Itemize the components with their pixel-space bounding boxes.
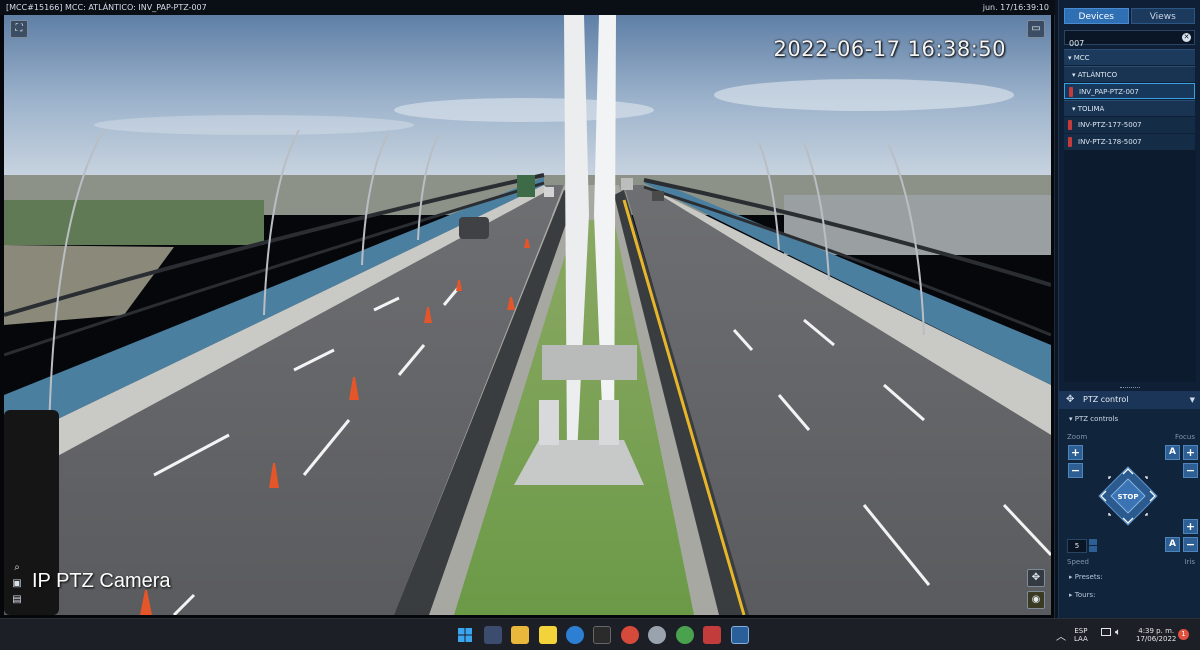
tab-devices[interactable]: Devices xyxy=(1064,8,1129,24)
tours-label: Tours: xyxy=(1074,591,1096,599)
camera-status-icon xyxy=(1068,137,1072,147)
speed-label: Speed xyxy=(1067,558,1089,566)
tree-group-tolima[interactable]: ▾ TOLIMA xyxy=(1064,100,1195,116)
device-search-input[interactable] xyxy=(1065,37,1185,50)
iris-label: Iris xyxy=(1184,558,1195,566)
tree-item-label: INV-PTZ-178-5007 xyxy=(1078,138,1142,146)
osd-camera-name: IP PTZ Camera xyxy=(32,570,171,592)
device-search: ✕ xyxy=(1064,30,1195,50)
sticky-notes-icon[interactable] xyxy=(539,626,557,644)
speed-stepper[interactable] xyxy=(1089,539,1097,553)
tree-group-label: TOLIMA xyxy=(1077,105,1105,113)
clock-date: 17/06/2022 xyxy=(1136,635,1177,643)
iris-open-button[interactable]: + xyxy=(1183,519,1198,534)
tree-group-atlantico[interactable]: ▾ ATLÁNTICO xyxy=(1064,66,1195,82)
chrome-icon[interactable] xyxy=(621,626,639,644)
focus-label: Focus xyxy=(1175,433,1195,441)
vms-client-icon[interactable] xyxy=(731,626,749,644)
tours-section[interactable]: ▸ Tours: xyxy=(1069,591,1095,599)
auto-focus-button[interactable]: A xyxy=(1165,445,1180,460)
notification-badge[interactable]: 1 xyxy=(1178,629,1189,640)
task-view-icon[interactable] xyxy=(484,626,502,644)
terminal-icon[interactable] xyxy=(593,626,611,644)
device-sidebar: Devices Views ✕ ▾ MCC ▾ ATLÁNTICO INV_PA… xyxy=(1058,0,1200,618)
focus-far-button[interactable]: − xyxy=(1183,463,1198,478)
record-icon[interactable]: ◉ xyxy=(1027,591,1045,609)
presets-label: Presets: xyxy=(1074,573,1103,581)
device-list-empty-area xyxy=(1064,150,1196,382)
zoom-in-button[interactable]: + xyxy=(1068,445,1083,460)
language-code: ESP xyxy=(1074,627,1088,635)
ptz-controls-section[interactable]: ▾ PTZ controls xyxy=(1059,409,1200,423)
osd-timestamp: 2022-06-17 16:38:50 xyxy=(773,37,1006,61)
tree-item-camera[interactable]: INV-PTZ-177-5007 xyxy=(1064,117,1195,133)
camera-status-icon xyxy=(1069,87,1073,97)
video-pane: [MCC#15166] MCC: ATLÁNTICO: INV_PAP-PTZ-… xyxy=(0,0,1055,618)
tree-item-label: INV-PTZ-177-5007 xyxy=(1078,121,1142,129)
tray-overflow-icon[interactable]: ︿ xyxy=(1056,628,1066,643)
presets-section[interactable]: ▸ Presets: xyxy=(1069,573,1103,581)
media-icon[interactable] xyxy=(703,626,721,644)
file-explorer-icon[interactable] xyxy=(511,626,529,644)
ptz-joystick[interactable]: STOP xyxy=(1097,465,1159,527)
sidebar-tabs: Devices Views xyxy=(1059,0,1200,28)
auto-iris-button[interactable]: A xyxy=(1165,537,1180,552)
ptz-panel-title: PTZ control xyxy=(1083,395,1129,404)
language-indicator[interactable]: ESP LAA xyxy=(1074,627,1088,643)
camera-video-frame[interactable]: 2022-06-17 16:38:50 IP PTZ Camera ⛶ ▭ ⌕ … xyxy=(4,15,1051,615)
window-clock: jun. 17/16:39:10 xyxy=(982,3,1049,12)
fullscreen-icon[interactable]: ⛶ xyxy=(10,20,28,38)
tree-group-label: ATLÁNTICO xyxy=(1077,71,1118,79)
tree-item-camera[interactable]: INV-PTZ-178-5007 xyxy=(1064,134,1195,150)
camera-title: [MCC#15166] MCC: ATLÁNTICO: INV_PAP-PTZ-… xyxy=(6,3,207,12)
export-icon[interactable]: ▤ xyxy=(10,593,24,607)
camera-status-icon xyxy=(1068,120,1072,130)
video-title-bar: [MCC#15166] MCC: ATLÁNTICO: INV_PAP-PTZ-… xyxy=(0,0,1055,15)
volume-icon[interactable]: 🔈︎ xyxy=(1115,627,1121,638)
tree-root-label: MCC xyxy=(1073,54,1090,62)
clear-search-icon[interactable]: ✕ xyxy=(1182,33,1191,42)
chrome-profile-icon[interactable] xyxy=(676,626,694,644)
clock-time: 4:39 p. m. xyxy=(1138,627,1175,635)
speed-input[interactable]: 5 xyxy=(1067,539,1087,553)
tree-root-mcc[interactable]: ▾ MCC xyxy=(1064,49,1195,65)
camera-scene xyxy=(4,15,1051,615)
tab-views[interactable]: Views xyxy=(1130,8,1195,24)
ptz-panel-header[interactable]: ✥ PTZ control ▼ xyxy=(1059,391,1200,409)
system-clock[interactable]: 4:39 p. m. 17/06/2022 xyxy=(1136,627,1176,643)
stop-button[interactable]: STOP xyxy=(1118,493,1139,501)
snapshot-icon[interactable]: ▣ xyxy=(10,577,24,591)
tree-item-label: INV_PAP-PTZ-007 xyxy=(1079,88,1139,96)
focus-near-button[interactable]: + xyxy=(1183,445,1198,460)
app-window: [MCC#15166] MCC: ATLÁNTICO: INV_PAP-PTZ-… xyxy=(0,0,1200,650)
keyboard-layout: LAA xyxy=(1074,635,1088,643)
ptz-controls-title: PTZ controls xyxy=(1074,415,1119,423)
ptz-panel: ✥ PTZ control ▼ ▾ PTZ controls Zoom Focu… xyxy=(1059,391,1200,618)
windows-start-icon[interactable] xyxy=(456,626,474,644)
ptz-gear-icon: ✥ xyxy=(1066,394,1075,405)
iris-close-button[interactable]: − xyxy=(1183,537,1198,552)
panel-splitter[interactable] xyxy=(1059,386,1200,390)
chevron-down-icon: ▼ xyxy=(1189,396,1195,404)
zoom-label: Zoom xyxy=(1067,433,1088,441)
ptz-overlay-icon[interactable]: ✥ xyxy=(1027,569,1045,587)
app-icon[interactable] xyxy=(648,626,666,644)
taskbar: ︿ ESP LAA 🔈︎ 4:39 p. m. 17/06/2022 1 xyxy=(0,618,1200,650)
network-icon[interactable] xyxy=(1101,628,1111,636)
zoom-icon[interactable]: ⌕ xyxy=(10,561,24,575)
zoom-out-button[interactable]: − xyxy=(1068,463,1083,478)
tree-item-camera[interactable]: INV_PAP-PTZ-007 xyxy=(1064,83,1195,99)
edge-icon[interactable] xyxy=(566,626,584,644)
aspect-ratio-icon[interactable]: ▭ xyxy=(1027,20,1045,38)
